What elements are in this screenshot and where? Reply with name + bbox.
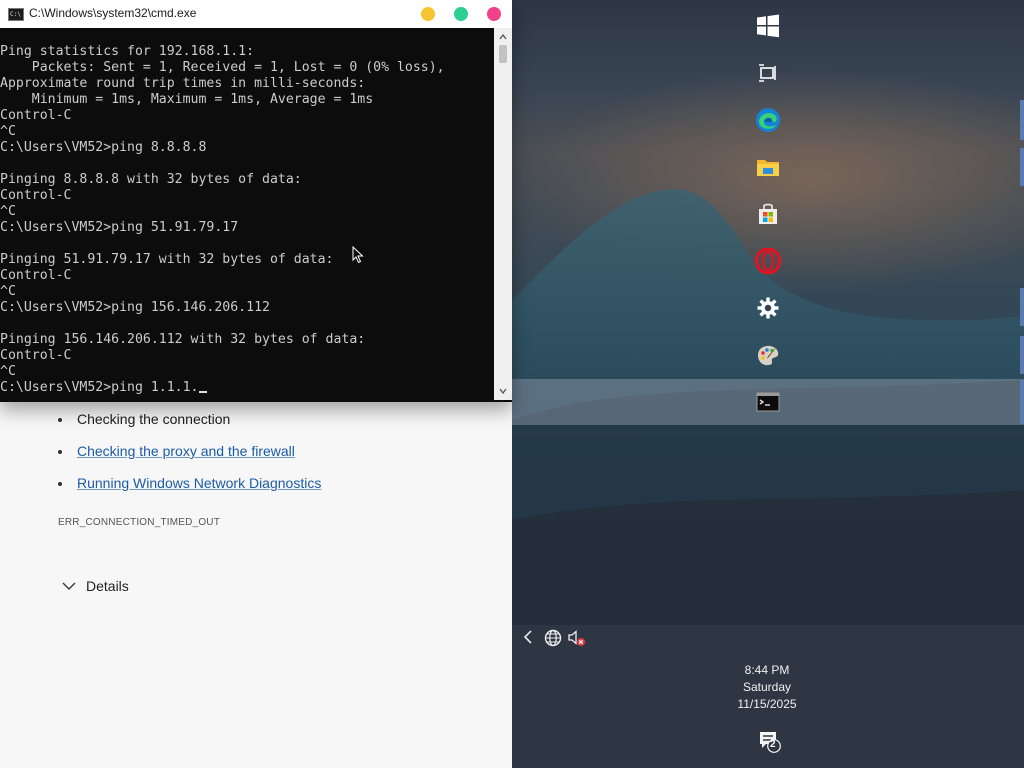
console-line: ^C	[0, 204, 494, 220]
clock-day[interactable]: Saturday	[707, 680, 827, 694]
notification-center-icon[interactable]: 2	[757, 728, 785, 756]
console-line-text: ^C	[0, 284, 16, 299]
console-line: Pinging 51.91.79.17 with 32 bytes of dat…	[0, 252, 494, 268]
task-view-icon[interactable]	[745, 50, 791, 96]
console-line-text: Control-C	[0, 188, 72, 203]
edge-indicator	[1020, 336, 1024, 374]
command-prompt-icon[interactable]	[745, 379, 791, 425]
console-line: C:\Users\VM52>ping 156.146.206.112	[0, 300, 494, 316]
edge-browser-icon[interactable]	[745, 97, 791, 143]
scroll-down-arrow-icon[interactable]	[498, 386, 508, 396]
cmd-title-bar[interactable]: C:\ C:\Windows\system32\cmd.exe	[0, 0, 512, 28]
file-explorer-icon[interactable]	[745, 144, 791, 190]
link-network-diagnostics[interactable]: Running Windows Network Diagnostics	[77, 475, 321, 491]
console-line-text: ^C	[0, 124, 16, 139]
console-line-text: C:\Users\VM52>ping 8.8.8.8	[0, 140, 207, 155]
console-line-text: ^C	[0, 204, 16, 219]
cmd-console-output[interactable]: Ping statistics for 192.168.1.1: Packets…	[0, 28, 494, 400]
console-line-text: C:\Users\VM52>ping 156.146.206.112	[0, 300, 270, 315]
console-line-text: Ping statistics for 192.168.1.1:	[0, 44, 255, 59]
edge-indicator	[1020, 148, 1024, 186]
chevron-left-icon[interactable]	[520, 628, 538, 650]
console-line-text: Control-C	[0, 268, 72, 283]
volume-muted-icon[interactable]	[567, 628, 587, 652]
details-toggle[interactable]: Details	[62, 578, 129, 594]
microsoft-store-icon[interactable]	[745, 191, 791, 237]
scroll-up-arrow-icon[interactable]	[498, 32, 508, 42]
edge-indicator	[1020, 288, 1024, 326]
console-line: ^C	[0, 364, 494, 380]
paint-icon[interactable]	[745, 332, 791, 378]
list-bullet	[58, 418, 62, 422]
windows-start-icon[interactable]	[745, 3, 791, 49]
console-line: ^C	[0, 284, 494, 300]
console-line-text: Pinging 156.146.206.112 with 32 bytes of…	[0, 332, 366, 347]
console-line: Control-C	[0, 188, 494, 204]
console-line: C:\Users\VM52>ping 1.1.1.	[0, 380, 494, 396]
console-line: Minimum = 1ms, Maximum = 1ms, Average = …	[0, 92, 494, 108]
cmd-scrollbar[interactable]	[494, 28, 512, 400]
settings-gear-icon[interactable]	[745, 285, 791, 331]
list-item-checking-connection: Checking the connection	[77, 411, 231, 427]
edge-indicator	[1020, 100, 1024, 140]
console-line-text: Minimum = 1ms, Maximum = 1ms, Average = …	[0, 92, 374, 107]
cmd-app-icon: C:\	[8, 8, 24, 21]
console-line-text: Packets: Sent = 1, Received = 1, Lost = …	[0, 60, 445, 75]
list-bullet	[58, 482, 62, 486]
network-globe-icon[interactable]	[543, 628, 563, 652]
cmd-window-title: C:\Windows\system32\cmd.exe	[29, 6, 197, 20]
opera-browser-icon[interactable]	[745, 238, 791, 284]
console-line-text: Control-C	[0, 348, 72, 363]
console-line: Control-C	[0, 348, 494, 364]
maximize-button[interactable]	[454, 7, 468, 21]
minimize-button[interactable]	[421, 7, 435, 21]
link-proxy-firewall[interactable]: Checking the proxy and the firewall	[77, 443, 295, 459]
console-line: Packets: Sent = 1, Received = 1, Lost = …	[0, 60, 494, 76]
console-line: Pinging 8.8.8.8 with 32 bytes of data:	[0, 172, 494, 188]
console-line-text: Pinging 51.91.79.17 with 32 bytes of dat…	[0, 252, 334, 267]
console-line-text: Approximate round trip times in milli-se…	[0, 76, 366, 91]
console-line: Control-C	[0, 268, 494, 284]
details-label: Details	[86, 578, 129, 594]
console-line: Approximate round trip times in milli-se…	[0, 76, 494, 92]
error-code: ERR_CONNECTION_TIMED_OUT	[58, 517, 221, 528]
console-line-text: C:\Users\VM52>ping 1.1.1.	[0, 380, 199, 395]
console-line: Control-C	[0, 108, 494, 124]
console-line: C:\Users\VM52>ping 51.91.79.17	[0, 220, 494, 236]
close-button[interactable]	[487, 7, 501, 21]
console-line-text: Pinging 8.8.8.8 with 32 bytes of data:	[0, 172, 302, 187]
text-cursor	[198, 391, 207, 393]
chevron-down-icon	[62, 578, 76, 594]
console-line: ^C	[0, 124, 494, 140]
console-line: Ping statistics for 192.168.1.1:	[0, 44, 494, 60]
console-line-text: ^C	[0, 364, 16, 379]
list-bullet	[58, 450, 62, 454]
cmd-window[interactable]: C:\ C:\Windows\system32\cmd.exe Ping sta…	[0, 0, 512, 402]
clock-time[interactable]: 8:44 PM	[707, 663, 827, 677]
console-line: C:\Users\VM52>ping 8.8.8.8	[0, 140, 494, 156]
notification-count: 2	[770, 739, 776, 750]
mouse-cursor-icon	[352, 246, 364, 264]
console-line-text: C:\Users\VM52>ping 51.91.79.17	[0, 220, 239, 235]
console-line: Pinging 156.146.206.112 with 32 bytes of…	[0, 332, 494, 348]
scrollbar-thumb[interactable]	[499, 45, 507, 63]
edge-indicator	[1020, 380, 1024, 424]
clock-date[interactable]: 11/15/2025	[707, 697, 827, 711]
console-line-text: Control-C	[0, 108, 72, 123]
